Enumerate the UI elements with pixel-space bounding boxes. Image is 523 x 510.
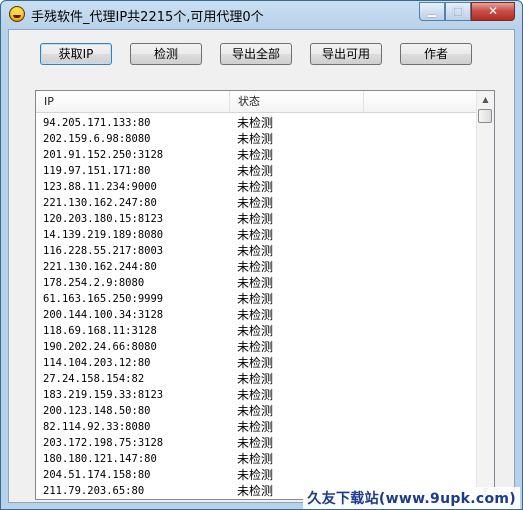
status-cell: 未检测 xyxy=(237,308,274,322)
close-icon: ✕ xyxy=(487,4,499,18)
ip-cell: 120.203.180.15:8123 xyxy=(43,213,164,225)
app-window: 手残软件_代理IP共2215个,可用代理0个 ▁ □ ✕ 获取IP 检测 导出全… xyxy=(0,0,523,510)
status-cell: 未检测 xyxy=(237,324,274,338)
ip-cell: 221.130.162.244:80 xyxy=(43,261,157,273)
ip-cell: 116.228.55.217:8003 xyxy=(43,245,164,257)
ip-cell: 180.180.121.147:80 xyxy=(43,453,157,465)
ip-cell: 200.144.100.34:3128 xyxy=(43,309,164,321)
ip-cell: 61.163.165.250:9999 xyxy=(43,293,164,305)
status-cell: 未检测 xyxy=(237,356,274,370)
ip-cell: 123.88.11.234:9000 xyxy=(43,181,157,193)
minimize-icon: ▁ xyxy=(427,3,437,17)
table-row[interactable]: 200.123.148.50:80 未检测 xyxy=(36,403,478,419)
status-cell: 未检测 xyxy=(237,244,274,258)
status-cell: 未检测 xyxy=(237,260,274,274)
table-row[interactable]: 94.205.171.133:80 未检测 xyxy=(36,115,478,131)
table-row[interactable]: 82.114.92.33:8080 未检测 xyxy=(36,419,478,435)
status-cell: 未检测 xyxy=(237,132,274,146)
table-row[interactable]: 119.97.151.171:80 未检测 xyxy=(36,163,478,179)
table-row[interactable]: 120.203.180.15:8123 未检测 xyxy=(36,211,478,227)
table-row[interactable]: 203.172.198.75:3128 未检测 xyxy=(36,435,478,451)
status-cell: 未检测 xyxy=(237,212,274,226)
status-cell: 未检测 xyxy=(237,420,274,434)
table-row[interactable]: 221.130.162.244:80 未检测 xyxy=(36,259,478,275)
ip-cell: 94.205.171.133:80 xyxy=(43,117,151,129)
table-row[interactable]: 204.51.174.158:80 未检测 xyxy=(36,467,478,483)
status-cell: 未检测 xyxy=(237,276,274,290)
table-row[interactable]: 116.228.55.217:8003 未检测 xyxy=(36,243,478,259)
list-header: IP 状态 xyxy=(36,91,478,113)
ip-cell: 203.172.198.75:3128 xyxy=(43,437,164,449)
table-row[interactable]: 200.144.100.34:3128 未检测 xyxy=(36,307,478,323)
status-cell: 未检测 xyxy=(237,164,274,178)
status-cell: 未检测 xyxy=(237,404,274,418)
client-area: 获取IP 检测 导出全部 导出可用 作者 IP 状态 94.205.171.13… xyxy=(8,29,515,503)
column-header-ip[interactable]: IP xyxy=(36,91,230,112)
ip-cell: 211.79.203.65:80 xyxy=(43,485,145,497)
table-row[interactable]: 183.219.159.33:8123 未检测 xyxy=(36,387,478,403)
vertical-scrollbar[interactable]: ▲ ▼ xyxy=(476,91,494,499)
ip-cell: 190.202.24.66:8080 xyxy=(43,341,157,353)
column-header-empty[interactable] xyxy=(364,91,478,112)
table-row[interactable]: 202.159.6.98:8080 未检测 xyxy=(36,131,478,147)
table-row[interactable]: 180.180.121.147:80 未检测 xyxy=(36,451,478,467)
proxy-list[interactable]: IP 状态 94.205.171.133:80 未检测 202.159.6.98:8… xyxy=(35,90,495,500)
status-cell: 未检测 xyxy=(237,292,274,306)
ip-cell: 119.97.151.171:80 xyxy=(43,165,151,177)
status-cell: 未检测 xyxy=(237,196,274,210)
table-row[interactable]: 27.24.158.154:82 未检测 xyxy=(36,371,478,387)
ip-cell: 202.159.6.98:8080 xyxy=(43,133,151,145)
ip-cell: 204.51.174.158:80 xyxy=(43,469,151,481)
scroll-thumb[interactable] xyxy=(478,109,492,123)
fetch-ip-button[interactable]: 获取IP xyxy=(40,43,112,65)
author-button[interactable]: 作者 xyxy=(400,43,472,65)
status-cell: 未检测 xyxy=(237,116,274,130)
title-bar[interactable]: 手残软件_代理IP共2215个,可用代理0个 ▁ □ ✕ xyxy=(1,1,522,28)
ip-cell: 200.123.148.50:80 xyxy=(43,405,151,417)
status-cell: 未检测 xyxy=(237,468,274,482)
status-cell: 未检测 xyxy=(237,436,274,450)
status-cell: 未检测 xyxy=(237,388,274,402)
app-emoticon-icon[interactable] xyxy=(9,6,25,22)
scroll-up-arrow-icon[interactable]: ▲ xyxy=(477,91,494,108)
column-header-status[interactable]: 状态 xyxy=(230,91,364,112)
close-button[interactable]: ✕ xyxy=(471,2,515,21)
list-rows: 94.205.171.133:80 未检测 202.159.6.98:8080 未检测… xyxy=(36,115,478,499)
ip-cell: 183.219.159.33:8123 xyxy=(43,389,164,401)
table-row[interactable]: 201.91.152.250:3128 未检测 xyxy=(36,147,478,163)
table-row[interactable]: 118.69.168.11:3128 未检测 xyxy=(36,323,478,339)
check-button[interactable]: 检测 xyxy=(130,43,202,65)
status-cell: 未检测 xyxy=(237,180,274,194)
export-available-button[interactable]: 导出可用 xyxy=(310,43,382,65)
table-row[interactable]: 221.130.162.247:80 未检测 xyxy=(36,195,478,211)
status-cell: 未检测 xyxy=(237,148,274,162)
ip-cell: 221.130.162.247:80 xyxy=(43,197,157,209)
ip-cell: 114.104.203.12:80 xyxy=(43,357,151,369)
ip-cell: 178.254.2.9:8080 xyxy=(43,277,145,289)
ip-cell: 14.139.219.189:8080 xyxy=(43,229,164,241)
ip-cell: 118.69.168.11:3128 xyxy=(43,325,157,337)
maximize-icon: □ xyxy=(452,4,464,18)
watermark-text: 久友下载站(www.9upk.com) xyxy=(303,487,520,509)
table-row[interactable]: 178.254.2.9:8080 未检测 xyxy=(36,275,478,291)
table-row[interactable]: 114.104.203.12:80 未检测 xyxy=(36,355,478,371)
ip-cell: 201.91.152.250:3128 xyxy=(43,149,164,161)
status-cell: 未检测 xyxy=(237,228,274,242)
status-cell: 未检测 xyxy=(237,452,274,466)
table-row[interactable]: 14.139.219.189:8080 未检测 xyxy=(36,227,478,243)
ip-cell: 27.24.158.154:82 xyxy=(43,373,145,385)
status-cell: 未检测 xyxy=(237,484,274,498)
window-title: 手残软件_代理IP共2215个,可用代理0个 xyxy=(31,10,264,25)
export-all-button[interactable]: 导出全部 xyxy=(220,43,292,65)
table-row[interactable]: 123.88.11.234:9000 未检测 xyxy=(36,179,478,195)
table-row[interactable]: 61.163.165.250:9999 未检测 xyxy=(36,291,478,307)
maximize-button[interactable]: □ xyxy=(445,2,471,21)
status-cell: 未检测 xyxy=(237,340,274,354)
table-row[interactable]: 190.202.24.66:8080 未检测 xyxy=(36,339,478,355)
ip-cell: 82.114.92.33:8080 xyxy=(43,421,151,433)
minimize-button[interactable]: ▁ xyxy=(419,2,445,21)
status-cell: 未检测 xyxy=(237,372,274,386)
